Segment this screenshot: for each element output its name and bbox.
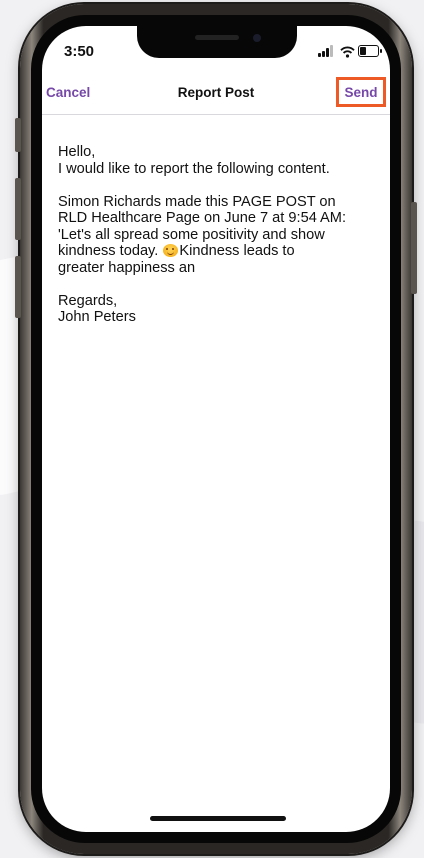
send-button[interactable]: Send [336, 77, 386, 107]
signature-text: John Peters [58, 309, 136, 325]
battery-icon [358, 45, 382, 57]
intro-text: I would like to report the following con… [58, 160, 330, 177]
quote-line: Simon Richards made this PAGE POST on [58, 193, 336, 210]
quote-line: 'Let's all spread some positivity and sh… [58, 226, 325, 243]
quoted-post-paragraph: Simon Richards made this PAGE POST on RL… [58, 194, 378, 277]
signal-icon [318, 45, 336, 57]
closing-text: Regards, [58, 292, 118, 309]
phone-screen: 3:50 Cancel Report Post Send Hello, I wo… [42, 26, 390, 832]
quote-line: kindness today. Kindness leads to [58, 243, 378, 260]
quote-text: kindness today. [58, 243, 163, 259]
mute-switch [15, 118, 21, 152]
speaker [195, 35, 239, 40]
smiling-emoji-icon [163, 244, 179, 257]
notch [137, 26, 297, 58]
home-indicator[interactable] [150, 816, 286, 821]
quote-line: RLD Healthcare Page on June 7 at 9:54 AM… [58, 210, 346, 226]
quote-text: Kindness leads to [179, 243, 295, 259]
wifi-icon [340, 45, 355, 58]
volume-down-button [15, 256, 21, 318]
volume-up-button [15, 178, 21, 240]
message-body[interactable]: Hello, I would like to report the follow… [58, 144, 378, 342]
camera-icon [253, 34, 261, 42]
status-time: 3:50 [64, 43, 95, 60]
side-button [411, 202, 417, 294]
quote-line: greater happiness an [58, 259, 196, 276]
signature-paragraph: Regards, John Peters [58, 293, 378, 326]
greeting-text: Hello, [58, 144, 96, 160]
greeting-paragraph: Hello, I would like to report the follow… [58, 144, 378, 177]
navigation-bar: Cancel Report Post Send [42, 77, 390, 115]
